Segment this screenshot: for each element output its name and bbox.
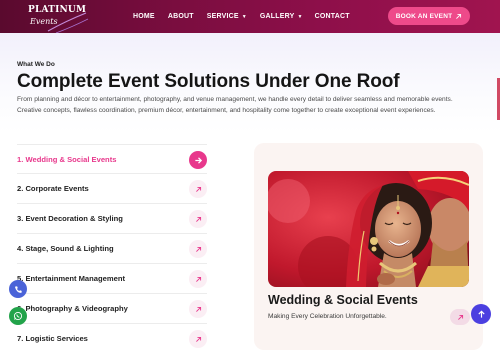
- arrow-up-right-icon: [456, 13, 462, 19]
- chevron-down-icon: ▼: [241, 13, 247, 20]
- nav-home[interactable]: HOME: [133, 13, 155, 20]
- nav-service[interactable]: SERVICE ▼: [207, 13, 247, 20]
- arrow-up-right-icon: [195, 306, 201, 312]
- arrow-right-icon: [194, 156, 202, 164]
- arrow-up-right-icon: [195, 186, 201, 192]
- nav-contact[interactable]: CONTACT: [315, 13, 350, 20]
- scroll-to-top-button[interactable]: [471, 304, 491, 324]
- arrow-up-right-icon: [195, 216, 201, 222]
- site-header: PLATINUM Events HOME ABOUT SERVICE ▼ GALL…: [0, 0, 500, 34]
- nav-gallery-label: GALLERY: [259, 13, 295, 20]
- service-open-button[interactable]: [189, 300, 207, 318]
- services-list: 1. Wedding & Social Events 2. Corporate …: [17, 144, 207, 350]
- service-open-button[interactable]: [189, 210, 207, 228]
- card-subtitle: Making Every Celebration Unforgettable.: [268, 313, 387, 320]
- logo-bottom-text: Events: [30, 17, 58, 26]
- service-open-button[interactable]: [189, 330, 207, 348]
- service-item-label: 3. Event Decoration & Styling: [17, 214, 123, 223]
- section-description: From planning and décor to entertainment…: [17, 96, 453, 114]
- service-item-label: 6. Photography & Videography: [17, 304, 128, 313]
- service-item-entertainment[interactable]: 5. Entertainment Management: [17, 264, 207, 294]
- arrow-up-right-icon: [195, 336, 201, 342]
- service-item-photography[interactable]: 6. Photography & Videography: [17, 294, 207, 324]
- arrow-up-right-icon: [195, 276, 201, 282]
- page-title: Complete Event Solutions Under One Roof: [17, 71, 400, 92]
- nav-contact-label: CONTACT: [314, 13, 350, 20]
- arrow-up-icon: [477, 310, 485, 318]
- book-an-event-button[interactable]: BOOK AN EVENT: [388, 7, 470, 25]
- wedding-photo-illustration: [268, 171, 469, 287]
- chevron-down-icon: ▼: [297, 13, 303, 20]
- nav-about[interactable]: ABOUT: [168, 13, 194, 20]
- service-item-label: 5. Entertainment Management: [17, 274, 126, 283]
- service-item-stage[interactable]: 4. Stage, Sound & Lighting: [17, 234, 207, 264]
- service-item-label: 4. Stage, Sound & Lighting: [17, 244, 114, 253]
- card-title: Wedding & Social Events: [268, 293, 418, 307]
- service-open-button[interactable]: [189, 180, 207, 198]
- section-subheading: What We Do: [17, 61, 55, 68]
- wedding-couple-photo: [268, 171, 469, 287]
- main-nav: HOME ABOUT SERVICE ▼ GALLERY ▼ CONTACT: [133, 0, 350, 33]
- card-open-button[interactable]: [450, 309, 470, 325]
- whatsapp-button[interactable]: [9, 307, 27, 325]
- brand-logo[interactable]: PLATINUM Events: [28, 3, 89, 34]
- service-item-label: 7. Logistic Services: [17, 334, 88, 343]
- phone-icon: [14, 285, 22, 293]
- whatsapp-icon: [13, 311, 23, 321]
- arrow-up-right-icon: [457, 314, 463, 320]
- service-item-decoration[interactable]: 3. Event Decoration & Styling: [17, 204, 207, 234]
- service-item-corporate[interactable]: 2. Corporate Events: [17, 174, 207, 204]
- service-item-logistics[interactable]: 7. Logistic Services: [17, 324, 207, 350]
- nav-home-label: HOME: [133, 13, 155, 20]
- service-item-wedding[interactable]: 1. Wedding & Social Events: [17, 144, 207, 174]
- arrow-up-right-icon: [195, 246, 201, 252]
- service-item-label: 2. Corporate Events: [17, 184, 89, 193]
- nav-gallery[interactable]: GALLERY ▼: [260, 13, 303, 20]
- call-button[interactable]: [9, 280, 27, 298]
- nav-about-label: ABOUT: [167, 13, 194, 20]
- book-an-event-label: BOOK AN EVENT: [395, 12, 453, 20]
- service-item-label: 1. Wedding & Social Events: [17, 154, 117, 164]
- nav-service-label: SERVICE: [206, 13, 239, 20]
- service-open-button[interactable]: [189, 151, 207, 169]
- service-open-button[interactable]: [189, 240, 207, 258]
- service-open-button[interactable]: [189, 270, 207, 288]
